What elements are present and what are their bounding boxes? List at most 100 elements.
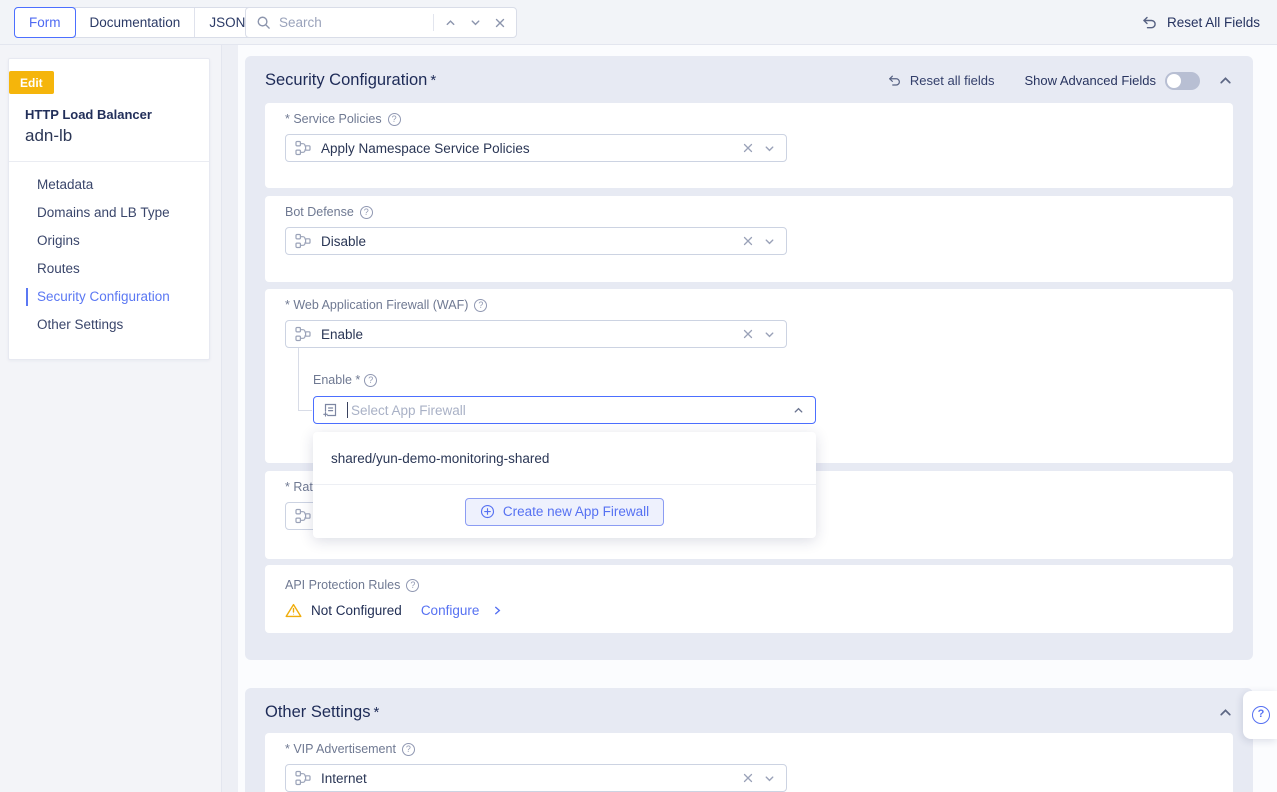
chevron-up-icon[interactable] <box>792 404 815 417</box>
view-tab-group: Form Documentation JSON <box>14 7 260 38</box>
help-icon[interactable]: ? <box>388 113 401 126</box>
other-settings-section: Other Settings * * VIP Advertisement ? I… <box>245 688 1253 792</box>
nested-connector-line <box>298 348 299 411</box>
collapse-security-section-button[interactable] <box>1218 73 1233 88</box>
search-box[interactable]: Search <box>245 7 517 38</box>
chevron-up-icon <box>444 16 457 29</box>
object-name: adn-lb <box>25 126 193 146</box>
required-marker: * <box>430 72 436 89</box>
search-input[interactable]: Search <box>279 15 433 30</box>
search-divider <box>433 14 434 31</box>
waf-label: * Web Application Firewall (WAF) <box>285 298 468 312</box>
sidebar-item-metadata[interactable]: Metadata <box>9 171 209 199</box>
scroll-gutter <box>222 45 238 792</box>
chevron-right-icon[interactable] <box>492 605 503 616</box>
vip-advertisement-label: * VIP Advertisement <box>285 742 396 756</box>
question-circle-icon: ? <box>1252 706 1270 724</box>
service-policies-label: * Service Policies <box>285 112 382 126</box>
tab-form[interactable]: Form <box>14 7 76 38</box>
field-bot-defense: Bot Defense ? Disable <box>265 196 1233 282</box>
field-app-firewall: Enable * ? Select App Firewall shared/yu… <box>313 372 816 424</box>
field-api-protection-rules: API Protection Rules ? Not Configured Co… <box>265 565 1233 633</box>
topbar: Form Documentation JSON Search Reset All… <box>0 0 1277 45</box>
reset-section-fields-button[interactable]: Reset all fields <box>887 73 995 88</box>
sidebar-item-routes[interactable]: Routes <box>9 255 209 283</box>
toggle-knob <box>1167 74 1181 88</box>
section-title: Security Configuration <box>265 71 427 90</box>
create-app-firewall-label: Create new App Firewall <box>503 504 649 519</box>
search-clear-button[interactable] <box>488 13 516 33</box>
service-policies-select[interactable]: Apply Namespace Service Policies <box>285 134 787 162</box>
reset-all-fields-label: Reset All Fields <box>1167 15 1260 30</box>
chevron-down-icon[interactable] <box>763 142 776 155</box>
search-next-button[interactable] <box>463 12 488 33</box>
dropdown-footer: Create new App Firewall <box>313 485 816 538</box>
chevron-up-icon <box>1218 705 1233 720</box>
sidebar-item-domains-lb-type[interactable]: Domains and LB Type <box>9 199 209 227</box>
bot-defense-label: Bot Defense <box>285 205 354 219</box>
sidebar-item-security-configuration[interactable]: Security Configuration <box>9 283 209 311</box>
security-section-header: Security Configuration * Reset all field… <box>245 56 1253 90</box>
chevron-down-icon <box>469 16 482 29</box>
text-cursor <box>347 402 348 418</box>
clear-icon[interactable] <box>742 772 754 784</box>
field-service-policies: * Service Policies ? Apply Namespace Ser… <box>265 103 1233 188</box>
collapse-other-section-button[interactable] <box>1218 705 1233 720</box>
chevron-down-icon[interactable] <box>763 772 776 785</box>
tab-documentation[interactable]: Documentation <box>75 8 195 37</box>
advanced-fields-toggle[interactable] <box>1165 72 1200 90</box>
clear-icon[interactable] <box>742 328 754 340</box>
reset-all-fields-button[interactable]: Reset All Fields <box>1141 0 1260 45</box>
field-waf: * Web Application Firewall (WAF) ? Enabl… <box>265 289 1233 463</box>
help-icon[interactable]: ? <box>406 579 419 592</box>
dropdown-option[interactable]: shared/yun-demo-monitoring-shared <box>313 432 816 485</box>
bot-defense-select[interactable]: Disable <box>285 227 787 255</box>
warning-icon <box>285 603 302 618</box>
close-icon <box>494 17 506 29</box>
required-marker: * <box>373 704 379 721</box>
other-section-header: Other Settings * <box>245 688 1253 722</box>
service-policies-value: Apply Namespace Service Policies <box>321 141 530 156</box>
sidebar: Edit HTTP Load Balancer adn-lb Metadata … <box>0 45 222 792</box>
plus-circle-icon <box>480 504 495 519</box>
security-configuration-section: Security Configuration * Reset all field… <box>245 56 1253 660</box>
edit-badge: Edit <box>9 71 54 94</box>
search-prev-button[interactable] <box>438 12 463 33</box>
bot-defense-value: Disable <box>321 234 366 249</box>
sidebar-item-other-settings[interactable]: Other Settings <box>9 311 209 339</box>
configure-link[interactable]: Configure <box>421 603 480 618</box>
ref-object-icon <box>295 140 311 156</box>
undo-icon <box>887 74 902 87</box>
help-icon[interactable]: ? <box>402 743 415 756</box>
chevron-down-icon[interactable] <box>763 328 776 341</box>
help-button[interactable]: ? <box>1243 691 1277 739</box>
sidebar-nav: Metadata Domains and LB Type Origins Rou… <box>9 162 209 339</box>
chevron-down-icon[interactable] <box>763 235 776 248</box>
field-vip-advertisement: * VIP Advertisement ? Internet <box>265 733 1233 792</box>
undo-icon <box>1141 15 1158 30</box>
waf-select[interactable]: Enable <box>285 320 787 348</box>
main-content: Security Configuration * Reset all field… <box>222 45 1277 792</box>
clear-icon[interactable] <box>742 235 754 247</box>
vip-advertisement-select[interactable]: Internet <box>285 764 787 792</box>
chevron-up-icon <box>1218 73 1233 88</box>
ref-object-icon <box>295 233 311 249</box>
help-icon[interactable]: ? <box>364 374 377 387</box>
search-icon <box>256 15 271 30</box>
advanced-fields-label: Show Advanced Fields <box>1024 73 1156 88</box>
object-type-label: HTTP Load Balancer <box>25 107 193 122</box>
vip-advertisement-value: Internet <box>321 771 367 786</box>
clear-icon[interactable] <box>742 142 754 154</box>
reset-section-label: Reset all fields <box>910 73 995 88</box>
ref-object-icon <box>295 770 311 786</box>
api-protection-status: Not Configured <box>311 603 402 618</box>
api-protection-label: API Protection Rules <box>285 578 400 592</box>
app-firewall-combobox[interactable]: Select App Firewall <box>313 396 816 424</box>
ref-object-icon <box>295 326 311 342</box>
help-icon[interactable]: ? <box>360 206 373 219</box>
section-title: Other Settings <box>265 703 370 722</box>
help-icon[interactable]: ? <box>474 299 487 312</box>
app-firewall-input[interactable]: Select App Firewall <box>351 403 466 418</box>
sidebar-item-origins[interactable]: Origins <box>9 227 209 255</box>
create-app-firewall-button[interactable]: Create new App Firewall <box>465 498 664 526</box>
